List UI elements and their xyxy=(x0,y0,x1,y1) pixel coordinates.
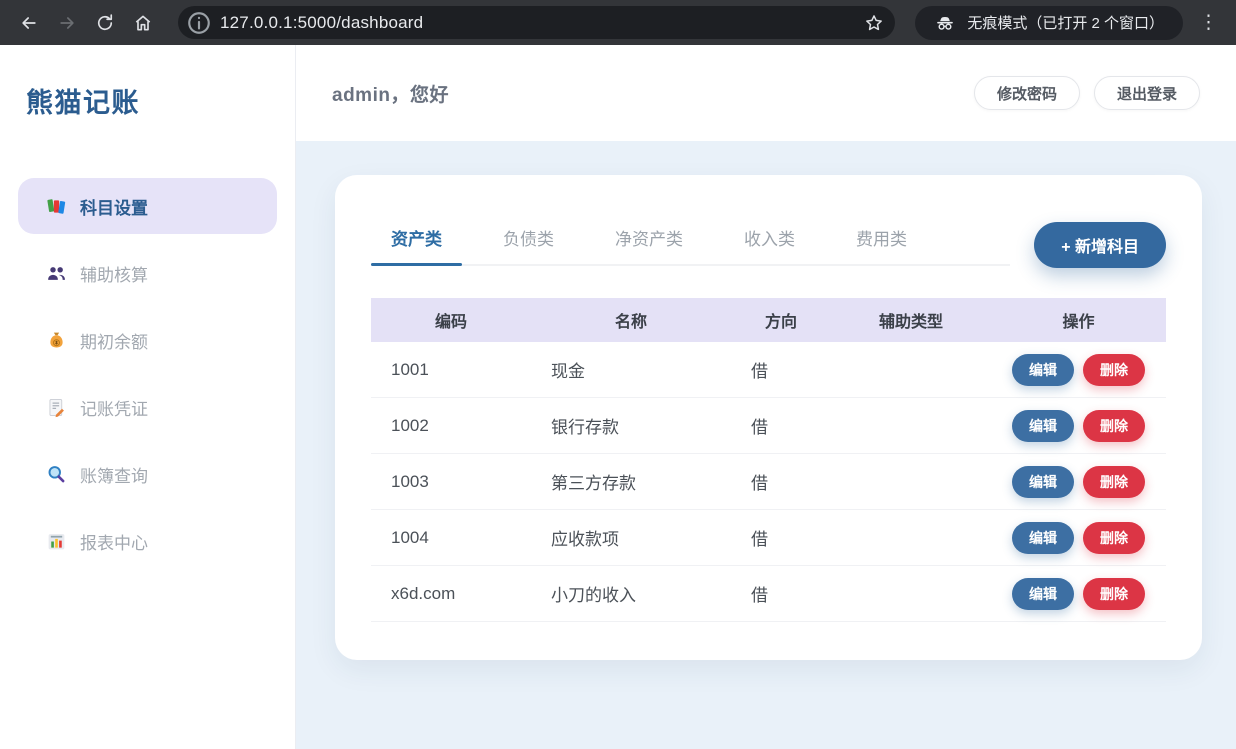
cell-name: 银行存款 xyxy=(531,413,731,438)
browser-menu-icon[interactable]: ⋮ xyxy=(1187,13,1224,32)
cell-code: 1004 xyxy=(371,528,531,548)
add-subject-button[interactable]: + 新增科目 xyxy=(1034,222,1166,268)
table-row: 1001 现金 借 编辑 删除 xyxy=(371,342,1166,398)
cell-name: 现金 xyxy=(531,357,731,382)
edit-button[interactable]: 编辑 xyxy=(1012,466,1074,498)
cell-direction: 借 xyxy=(731,525,831,550)
sidebar-item-report-center[interactable]: 报表中心 xyxy=(18,513,277,569)
sidebar-item-label: 报表中心 xyxy=(80,529,148,554)
delete-button[interactable]: 删除 xyxy=(1083,466,1145,498)
cell-code: x6d.com xyxy=(371,584,531,604)
sidebar-item-ledger-query[interactable]: 账簿查询 xyxy=(18,446,277,502)
sidebar-item-label: 科目设置 xyxy=(80,194,148,219)
incognito-label: 无痕模式（已打开 2 个窗口） xyxy=(967,12,1164,33)
table-row: 1002 银行存款 借 编辑 删除 xyxy=(371,398,1166,454)
cell-actions: 编辑 删除 xyxy=(991,354,1166,386)
cell-direction: 借 xyxy=(731,413,831,438)
logout-button[interactable]: 退出登录 xyxy=(1094,76,1200,110)
tab-assets[interactable]: 资产类 xyxy=(371,225,462,264)
memo-icon xyxy=(46,397,67,418)
page-body: 资产类 负债类 净资产类 收入类 费用类 + 新增科目 编码 名称 方向 辅助类… xyxy=(296,141,1236,749)
tab-income[interactable]: 收入类 xyxy=(724,225,815,264)
cell-actions: 编辑 删除 xyxy=(991,466,1166,498)
tab-net-assets[interactable]: 净资产类 xyxy=(595,225,703,264)
cell-name: 第三方存款 xyxy=(531,469,731,494)
cell-actions: 编辑 删除 xyxy=(991,522,1166,554)
sidebar-item-label: 账簿查询 xyxy=(80,462,148,487)
forward-icon[interactable] xyxy=(50,6,84,40)
tabs-row: 资产类 负债类 净资产类 收入类 费用类 + 新增科目 xyxy=(371,222,1166,268)
cell-actions: 编辑 删除 xyxy=(991,578,1166,610)
edit-button[interactable]: 编辑 xyxy=(1012,354,1074,386)
user-greeting: admin，您好 xyxy=(332,80,449,107)
bar-chart-icon xyxy=(46,531,67,552)
sidebar-item-label: 期初余额 xyxy=(80,328,148,353)
cell-actions: 编辑 删除 xyxy=(991,410,1166,442)
sidebar-item-label: 辅助核算 xyxy=(80,261,148,286)
sidebar-nav: 科目设置 辅助核算 期初余额 记账凭证 xyxy=(0,178,295,569)
edit-button[interactable]: 编辑 xyxy=(1012,522,1074,554)
content-area: admin，您好 修改密码 退出登录 资产类 负债类 净资产类 收入类 费用类 … xyxy=(296,45,1236,749)
delete-button[interactable]: 删除 xyxy=(1083,578,1145,610)
url-text[interactable]: 127.0.0.1:5000/dashboard xyxy=(220,13,859,33)
magnifier-icon xyxy=(46,464,67,485)
cell-direction: 借 xyxy=(731,357,831,382)
sidebar-item-subject-settings[interactable]: 科目设置 xyxy=(18,178,277,234)
table-row: 1004 应收款项 借 编辑 删除 xyxy=(371,510,1166,566)
users-icon xyxy=(46,263,67,284)
reload-icon[interactable] xyxy=(88,6,122,40)
cell-code: 1002 xyxy=(371,416,531,436)
cell-direction: 借 xyxy=(731,469,831,494)
change-password-button[interactable]: 修改密码 xyxy=(974,76,1080,110)
col-header-actions: 操作 xyxy=(991,308,1166,332)
sidebar-item-aux-accounting[interactable]: 辅助核算 xyxy=(18,245,277,301)
browser-toolbar: 127.0.0.1:5000/dashboard 无痕模式（已打开 2 个窗口）… xyxy=(0,0,1236,45)
cell-direction: 借 xyxy=(731,581,831,606)
tab-liabilities[interactable]: 负债类 xyxy=(483,225,574,264)
incognito-badge: 无痕模式（已打开 2 个窗口） xyxy=(915,6,1183,40)
category-tabs: 资产类 负债类 净资产类 收入类 费用类 xyxy=(371,225,1010,266)
col-header-direction: 方向 xyxy=(731,308,831,332)
back-icon[interactable] xyxy=(12,6,46,40)
subjects-card: 资产类 负债类 净资产类 收入类 费用类 + 新增科目 编码 名称 方向 辅助类… xyxy=(335,175,1202,660)
col-header-code: 编码 xyxy=(371,308,531,332)
address-bar[interactable]: 127.0.0.1:5000/dashboard xyxy=(178,6,895,39)
col-header-aux-type: 辅助类型 xyxy=(831,308,991,332)
sidebar-item-vouchers[interactable]: 记账凭证 xyxy=(18,379,277,435)
app-logo: 熊猫记账 xyxy=(0,45,295,120)
edit-button[interactable]: 编辑 xyxy=(1012,578,1074,610)
table-row: x6d.com 小刀的收入 借 编辑 删除 xyxy=(371,566,1166,622)
page-header: admin，您好 修改密码 退出登录 xyxy=(296,45,1236,141)
sidebar-item-opening-balance[interactable]: 期初余额 xyxy=(18,312,277,368)
table-row: 1003 第三方存款 借 编辑 删除 xyxy=(371,454,1166,510)
money-bag-icon xyxy=(46,330,67,351)
delete-button[interactable]: 删除 xyxy=(1083,354,1145,386)
delete-button[interactable]: 删除 xyxy=(1083,410,1145,442)
edit-button[interactable]: 编辑 xyxy=(1012,410,1074,442)
sidebar-item-label: 记账凭证 xyxy=(80,395,148,420)
sidebar: 熊猫记账 科目设置 辅助核算 期初余额 xyxy=(0,45,296,749)
delete-button[interactable]: 删除 xyxy=(1083,522,1145,554)
tab-expenses[interactable]: 费用类 xyxy=(836,225,927,264)
header-buttons: 修改密码 退出登录 xyxy=(974,76,1200,110)
cell-code: 1003 xyxy=(371,472,531,492)
books-icon xyxy=(46,196,67,217)
col-header-name: 名称 xyxy=(531,308,731,332)
bookmark-star-icon[interactable] xyxy=(859,8,889,38)
home-icon[interactable] xyxy=(126,6,160,40)
cell-code: 1001 xyxy=(371,360,531,380)
app-frame: 熊猫记账 科目设置 辅助核算 期初余额 xyxy=(0,45,1236,749)
cell-name: 小刀的收入 xyxy=(531,581,731,606)
site-info-icon[interactable] xyxy=(186,10,212,36)
table-header-row: 编码 名称 方向 辅助类型 操作 xyxy=(371,298,1166,342)
cell-name: 应收款项 xyxy=(531,525,731,550)
subjects-table: 编码 名称 方向 辅助类型 操作 1001 现金 借 编辑 删除 xyxy=(371,298,1166,622)
incognito-icon xyxy=(934,12,956,34)
